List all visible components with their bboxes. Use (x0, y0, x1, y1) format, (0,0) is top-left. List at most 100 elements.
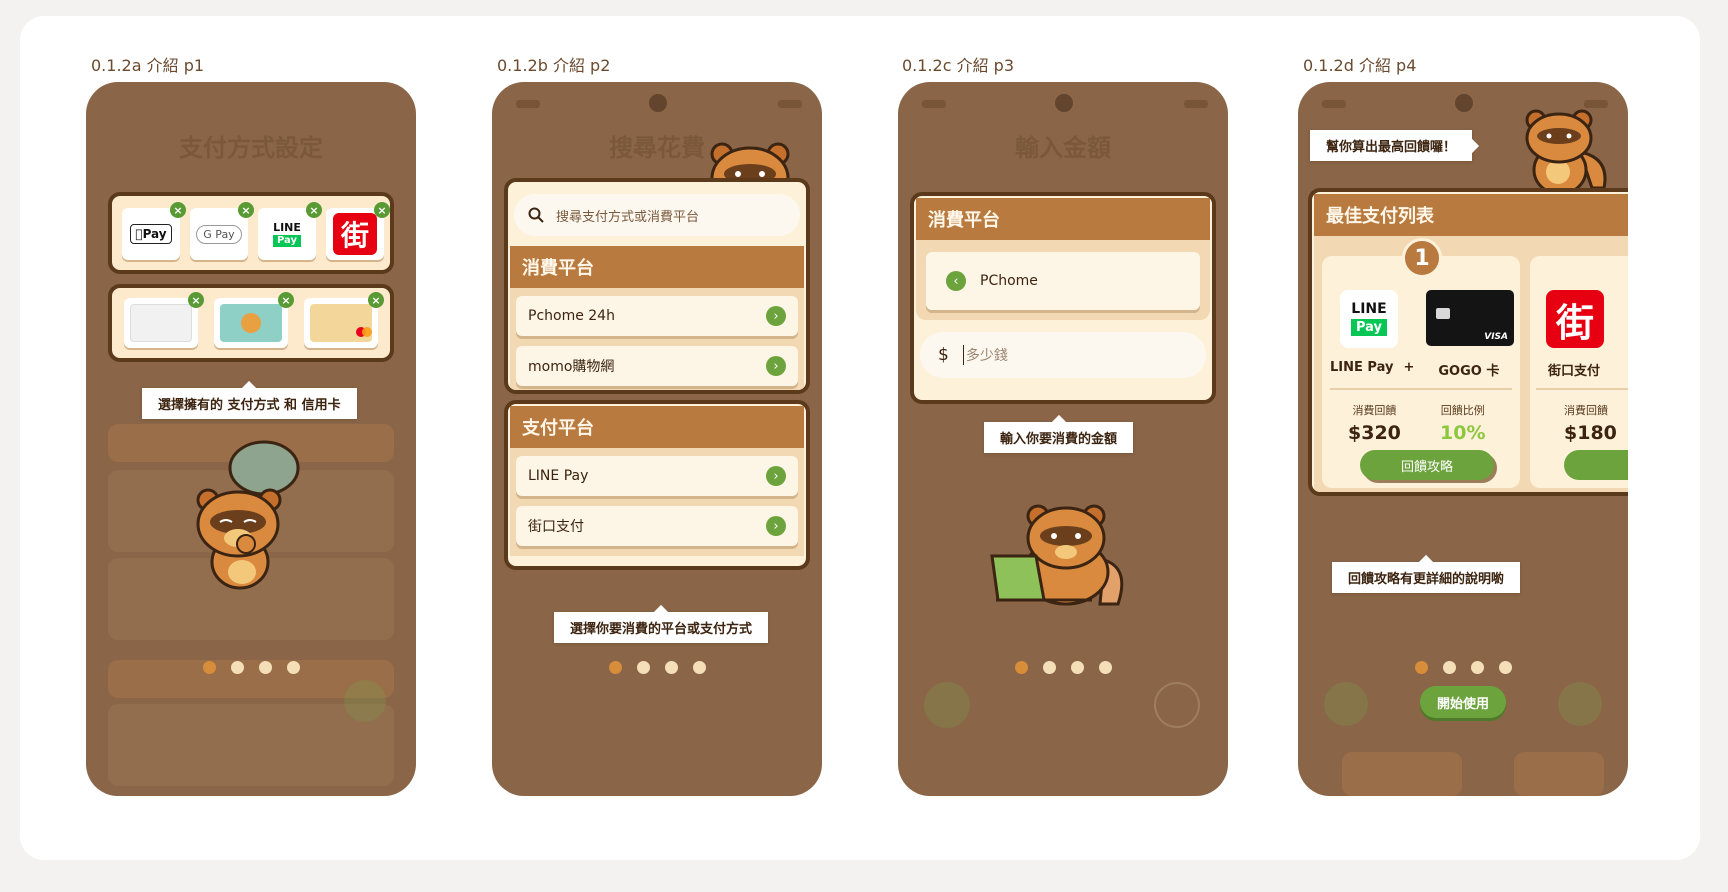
payment-methods-panel: Pay × G Pay × LINE Pay × 街 × (108, 192, 394, 274)
page-dot[interactable] (1498, 661, 1512, 674)
chevron-right-icon: › (766, 356, 786, 376)
jkopay-logo-icon: 街 (1546, 290, 1604, 348)
pagination-dots (492, 661, 822, 674)
consume-platform-header: 消費平台 (916, 198, 1210, 240)
status-time (516, 100, 540, 108)
list-item-line-pay[interactable]: LINE Pay › (516, 456, 798, 496)
list-item-jkopay[interactable]: 街口支付 › (516, 506, 798, 546)
page-dot[interactable] (1042, 661, 1056, 674)
line-pay-logo-icon: LINE Pay (1340, 290, 1398, 348)
frame-label-p4: 0.1.2d 介紹 p4 (1303, 56, 1417, 75)
remove-icon[interactable]: × (238, 202, 254, 218)
remove-icon[interactable]: × (188, 292, 204, 308)
best-pay-list-header: 最佳支付列表 (1314, 194, 1628, 236)
rank-card-1[interactable]: 1 LINE Pay VISA LINE Pay + GOGO 卡 消費回饋 $… (1322, 238, 1520, 488)
consume-platform-header: 消費平台 (510, 246, 804, 288)
ratio-label: 回饋比例 (1440, 404, 1485, 417)
apple-pay-tile[interactable]: Pay × (122, 202, 186, 260)
frame-label-p2: 0.1.2b 介紹 p2 (497, 56, 611, 75)
tooltip: 選擇擁有的 支付方式 和 信用卡 (142, 388, 357, 419)
reward-value: $320 (1348, 422, 1401, 444)
selected-platform-item[interactable]: ‹ PChome (926, 252, 1200, 310)
jkopay-tile[interactable]: 街 × (326, 202, 390, 260)
credit-card-tile[interactable]: × (124, 292, 204, 348)
plus-label: + (1403, 360, 1415, 375)
remove-icon[interactable]: × (306, 202, 322, 218)
search-bar[interactable]: 搜尋支付方式或消費平台 (514, 194, 800, 236)
page-dot[interactable] (1470, 661, 1484, 674)
camera-cutout (649, 94, 667, 112)
reward-label: 消費回饋 (1352, 404, 1397, 417)
page-dot[interactable] (258, 661, 272, 674)
page-dot-active[interactable] (608, 661, 622, 674)
page-dot[interactable] (664, 661, 678, 674)
pay-platform-panel: 支付平台 LINE Pay › 街口支付 › (504, 400, 810, 570)
page-dot[interactable] (636, 661, 650, 674)
page-dot[interactable] (1442, 661, 1456, 674)
card-right-label: GOGO 卡 (1438, 364, 1500, 379)
status-time (1322, 100, 1346, 108)
page-dot[interactable] (286, 661, 300, 674)
ghost-banner (1342, 752, 1462, 796)
strategy-button[interactable]: 回饋攻略 (1360, 450, 1494, 480)
tooltip: 輸入你要消費的金額 (984, 422, 1134, 453)
page-dot[interactable] (1070, 661, 1084, 674)
remove-icon[interactable]: × (278, 292, 294, 308)
jkopay-icon: 街 (333, 213, 377, 255)
ghost-banner (1514, 752, 1604, 796)
pagination-dots (898, 661, 1228, 674)
status-battery (1184, 100, 1208, 108)
credit-cards-panel: × × × (108, 284, 394, 362)
chevron-right-icon: › (766, 516, 786, 536)
google-pay-tile[interactable]: G Pay × (190, 202, 254, 260)
remove-icon[interactable]: × (374, 202, 390, 218)
pagination-dots (1298, 661, 1628, 674)
pay-platform-header: 支付平台 (510, 406, 804, 448)
tooltip: 回饋攻略有更詳細的說明喲 (1332, 562, 1521, 593)
consume-platform-panel: 搜尋支付方式或消費平台 消費平台 Pchome 24h › momo購物網 › (504, 178, 810, 394)
rank-badge: 1 (1402, 238, 1442, 278)
credit-card-gold-icon (310, 304, 372, 342)
credit-card-tile[interactable]: × (304, 292, 384, 348)
page-dot[interactable] (230, 661, 244, 674)
line-pay-icon: LINE Pay (273, 220, 301, 247)
ghost-page-title: 支付方式設定 (179, 134, 323, 162)
search-icon (528, 207, 544, 223)
phone-screen-p3: 輸入金額 消費平台 ‹ PChome $ 多少錢 輸入你要消費的金額 (898, 82, 1228, 796)
ghost-page-title: 輸入金額 (1015, 134, 1111, 162)
status-battery (778, 100, 802, 108)
page-dot-active[interactable] (1014, 661, 1028, 674)
reward-value: $180 (1564, 422, 1617, 444)
tooltip: 選擇你要消費的平台或支付方式 (554, 612, 769, 643)
chevron-right-icon: › (766, 306, 786, 326)
best-pay-list-panel: 最佳支付列表 1 LINE Pay VISA LINE Pay + GOGO 卡 (1308, 188, 1628, 496)
amount-input[interactable]: $ 多少錢 (920, 332, 1206, 378)
list-item-momo[interactable]: momo購物網 › (516, 346, 798, 386)
page-dot-active[interactable] (1414, 661, 1428, 674)
credit-card-tile[interactable]: × (214, 292, 294, 348)
ghost-fab (1324, 682, 1368, 726)
page-dot[interactable] (1098, 661, 1112, 674)
remove-icon[interactable]: × (170, 202, 186, 218)
amount-placeholder: 多少錢 (962, 345, 1008, 365)
reward-label: 消費回饋 (1564, 404, 1608, 417)
rank-card-2[interactable]: 街 街口支付 消費回饋 $180 (1530, 256, 1628, 488)
start-button[interactable]: 開始使用 (1420, 686, 1506, 718)
credit-card-lion-icon (220, 304, 282, 342)
dollar-icon: $ (938, 345, 949, 365)
list-item-pchome[interactable]: Pchome 24h › (516, 296, 798, 336)
ratio-value: 10% (1440, 422, 1486, 444)
line-pay-tile[interactable]: LINE Pay × (258, 202, 322, 260)
page-dot[interactable] (692, 661, 706, 674)
camera-cutout (1455, 94, 1473, 112)
raccoon-laptop-illustration (990, 504, 1124, 606)
ghost-fab (924, 682, 970, 728)
card-third-label: 街口支付 (1548, 364, 1601, 379)
remove-icon[interactable]: × (368, 292, 384, 308)
strategy-button[interactable] (1564, 450, 1628, 480)
chevron-right-icon: › (766, 466, 786, 486)
speech-bubble: 幫你算出最高回饋囉！ (1310, 130, 1473, 161)
page-dot-active[interactable] (202, 661, 216, 674)
credit-card-white-icon (130, 304, 192, 342)
chevron-left-icon[interactable]: ‹ (946, 271, 966, 291)
